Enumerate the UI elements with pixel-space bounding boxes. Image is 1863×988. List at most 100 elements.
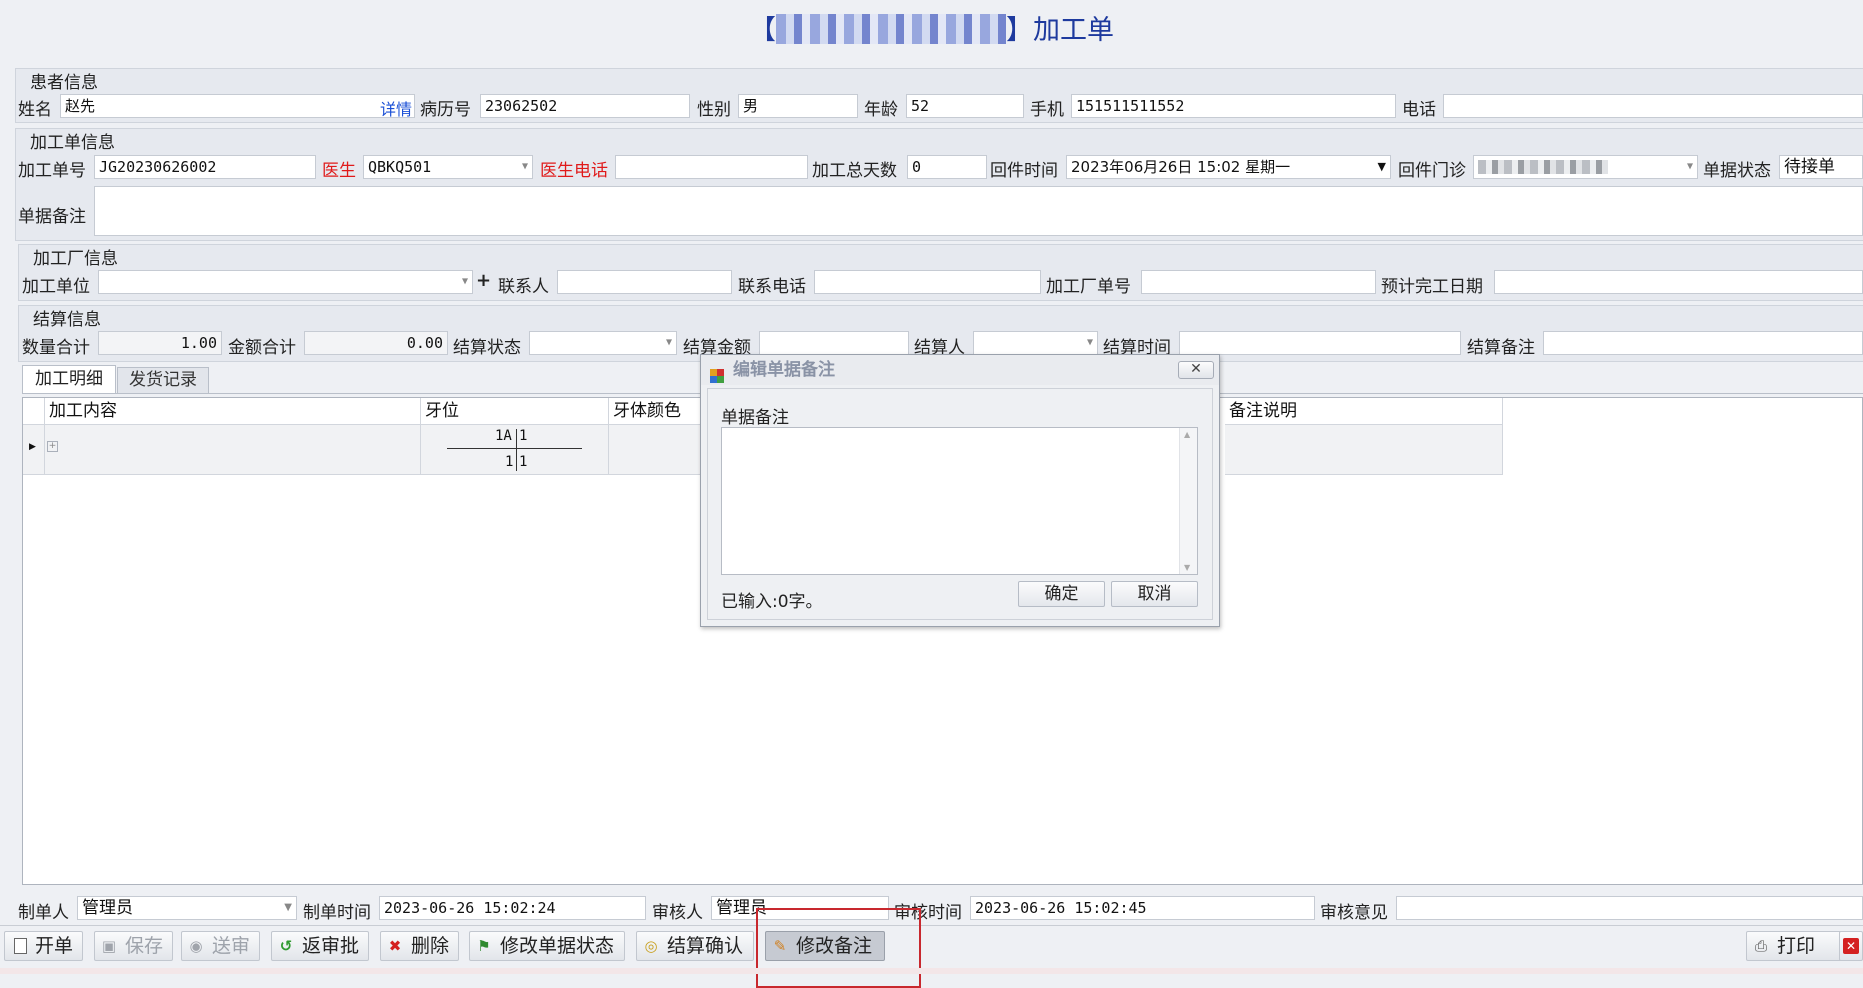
order-no-field[interactable]: JG20230626002 bbox=[94, 155, 316, 179]
close-button[interactable]: ✕ bbox=[1178, 361, 1214, 379]
table-row-tooth-cell[interactable]: 1A 1 1 1 bbox=[421, 425, 609, 475]
tooth-chart-horizontal-line bbox=[447, 448, 582, 449]
doctor-phone-label: 医生电话 bbox=[540, 161, 608, 181]
cancel-button[interactable]: 取消 bbox=[1111, 581, 1198, 607]
close-window-button[interactable]: ✕ bbox=[1839, 931, 1863, 961]
tab-processing-detail[interactable]: 加工明细 bbox=[22, 365, 116, 393]
new-document-icon bbox=[14, 938, 27, 954]
gender-field[interactable]: 男 bbox=[738, 94, 858, 118]
settle-person-select[interactable]: ▼ bbox=[973, 331, 1098, 355]
chevron-down-icon[interactable]: ▼ bbox=[284, 897, 292, 919]
factory-section-title: 加工厂信息 bbox=[33, 249, 118, 269]
chevron-down-icon[interactable]: ▼ bbox=[522, 156, 528, 178]
due-date-field[interactable] bbox=[1494, 270, 1863, 294]
save-icon: ▣ bbox=[101, 937, 117, 955]
settle-remark-field[interactable] bbox=[1543, 331, 1863, 355]
remark-label: 单据备注 bbox=[18, 207, 86, 227]
printer-icon: ⎙ bbox=[1754, 937, 1767, 955]
unit-select[interactable]: ▼ bbox=[98, 270, 473, 294]
contact-phone-field[interactable] bbox=[814, 270, 1041, 294]
redacted-clinic-value bbox=[1478, 160, 1608, 174]
save-button[interactable]: ▣ 保存 bbox=[94, 931, 173, 961]
name-label: 姓名 bbox=[18, 100, 52, 120]
settle-amount-field[interactable] bbox=[759, 331, 909, 355]
delete-icon: ✖ bbox=[388, 937, 402, 955]
title-suffix: 】加工单 bbox=[1006, 15, 1114, 46]
doctor-select[interactable]: QBKQ501 ▼ bbox=[363, 155, 533, 179]
return-time-value: 2023年06月26日 15:02 星期一 bbox=[1071, 158, 1291, 176]
phone-field[interactable] bbox=[1443, 94, 1863, 118]
modify-status-button[interactable]: ⚑ 修改单据状态 bbox=[469, 931, 625, 961]
remark-textarea[interactable]: ▲ ▼ bbox=[721, 427, 1198, 575]
doctor-phone-field[interactable] bbox=[615, 155, 808, 179]
settle-confirm-label: 结算确认 bbox=[667, 935, 744, 957]
open-order-button[interactable]: 开单 bbox=[4, 931, 83, 961]
col-header-content[interactable]: 加工内容 bbox=[45, 398, 421, 425]
print-button[interactable]: ⎙ 打印 bbox=[1746, 931, 1843, 961]
ok-button[interactable]: 确定 bbox=[1018, 581, 1105, 607]
record-field[interactable]: 23062502 bbox=[480, 94, 690, 118]
return-time-picker[interactable]: 2023年06月26日 15:02 星期一 ▼ bbox=[1066, 155, 1391, 179]
auditor-label: 审核人 bbox=[652, 903, 703, 923]
audit-time-field[interactable]: 2023-06-26 15:02:45 bbox=[970, 896, 1315, 920]
contact-field[interactable] bbox=[557, 270, 732, 294]
creator-select[interactable]: 管理员 ▼ bbox=[77, 896, 297, 920]
row-indicator-header bbox=[23, 398, 45, 425]
textarea-scrollbar[interactable]: ▲ ▼ bbox=[1179, 428, 1197, 574]
return-time-label: 回件时间 bbox=[990, 161, 1058, 181]
toolbar-separator bbox=[0, 925, 1863, 926]
col-header-tooth[interactable]: 牙位 bbox=[421, 398, 609, 425]
unapprove-button[interactable]: ↺ 返审批 bbox=[271, 931, 369, 961]
tooth-lower-right: 1 bbox=[519, 454, 528, 470]
delete-button[interactable]: ✖ 删除 bbox=[380, 931, 459, 961]
scroll-up-icon[interactable]: ▲ bbox=[1184, 430, 1190, 439]
table-row-content-cell[interactable]: + bbox=[45, 425, 421, 475]
chevron-down-icon[interactable]: ▼ bbox=[1378, 156, 1386, 178]
add-unit-button[interactable]: + bbox=[476, 270, 491, 291]
remark-field[interactable] bbox=[94, 186, 1863, 236]
expand-icon[interactable]: + bbox=[47, 441, 58, 452]
order-no-label: 加工单号 bbox=[18, 161, 86, 181]
return-clinic-select[interactable]: ▼ bbox=[1473, 155, 1698, 179]
undo-icon: ↺ bbox=[279, 937, 293, 955]
days-label: 加工总天数 bbox=[812, 161, 897, 181]
row-indicator[interactable]: ▶ bbox=[23, 425, 45, 475]
chevron-down-icon[interactable]: ▼ bbox=[666, 332, 672, 354]
close-icon: ✕ bbox=[1190, 361, 1202, 377]
factory-no-label: 加工厂单号 bbox=[1046, 277, 1131, 297]
phone-label: 电话 bbox=[1402, 100, 1436, 120]
delete-label: 删除 bbox=[411, 935, 450, 957]
dialog-titlebar[interactable]: 编辑单据备注 ✕ bbox=[701, 355, 1219, 385]
status-field[interactable]: 待接单 bbox=[1779, 155, 1863, 179]
tooth-upper-right: 1 bbox=[519, 428, 528, 444]
create-time-field[interactable]: 2023-06-26 15:02:24 bbox=[379, 896, 646, 920]
mobile-field[interactable]: 151511511552 bbox=[1071, 94, 1396, 118]
age-field[interactable]: 52 bbox=[906, 94, 1024, 118]
order-section-title: 加工单信息 bbox=[30, 133, 115, 153]
scroll-down-icon[interactable]: ▼ bbox=[1184, 563, 1190, 572]
send-review-button[interactable]: ◉ 送审 bbox=[181, 931, 260, 961]
settle-time-field[interactable] bbox=[1179, 331, 1461, 355]
audit-opinion-field[interactable] bbox=[1396, 896, 1863, 920]
table-row-remark-cell[interactable] bbox=[1225, 425, 1503, 475]
col-header-remark[interactable]: 备注说明 bbox=[1225, 398, 1503, 425]
factory-no-field[interactable] bbox=[1141, 270, 1376, 294]
gender-label: 性别 bbox=[697, 100, 731, 120]
settle-confirm-button[interactable]: ◎ 结算确认 bbox=[636, 931, 754, 961]
chevron-down-icon[interactable]: ▼ bbox=[1687, 156, 1693, 178]
create-time-label: 制单时间 bbox=[303, 903, 371, 923]
name-field[interactable]: 赵先 bbox=[60, 94, 415, 118]
status-strip bbox=[0, 968, 1863, 974]
age-label: 年龄 bbox=[864, 100, 898, 120]
settle-status-select[interactable]: ▼ bbox=[529, 331, 677, 355]
flag-icon: ⚑ bbox=[477, 937, 491, 955]
chevron-down-icon[interactable]: ▼ bbox=[1087, 332, 1093, 354]
chevron-down-icon[interactable]: ▼ bbox=[462, 271, 468, 293]
unit-label: 加工单位 bbox=[22, 277, 90, 297]
return-clinic-label: 回件门诊 bbox=[1398, 161, 1466, 181]
tab-shipping-record[interactable]: 发货记录 bbox=[117, 367, 209, 393]
days-field[interactable]: 0 bbox=[907, 155, 987, 179]
detail-link[interactable]: 详情 bbox=[380, 96, 412, 120]
plus-icon[interactable]: + bbox=[476, 270, 491, 291]
save-label: 保存 bbox=[125, 935, 164, 957]
